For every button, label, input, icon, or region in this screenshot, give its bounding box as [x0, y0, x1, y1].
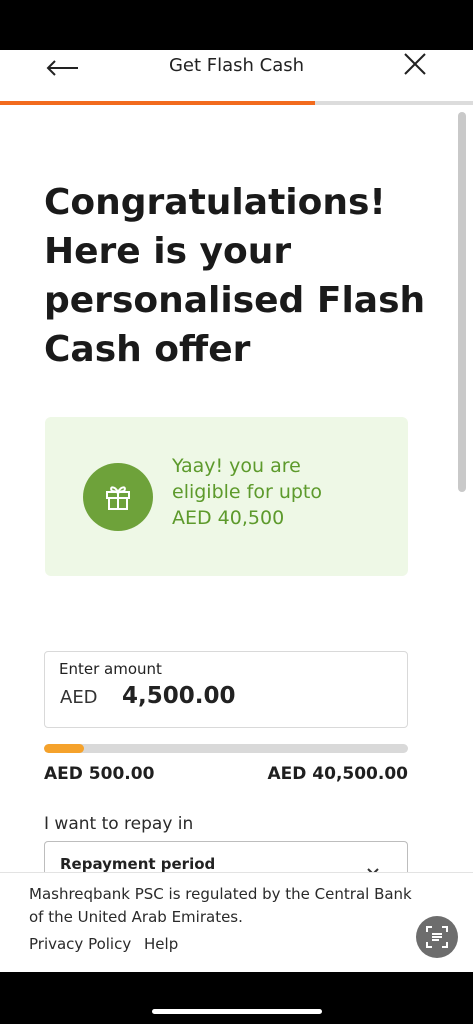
footer-links: Privacy Policy Help — [29, 935, 186, 953]
slider-min-label: AED 500.00 — [44, 764, 155, 784]
gift-badge — [83, 463, 153, 531]
repay-label: I want to repay in — [44, 814, 194, 834]
help-link[interactable]: Help — [144, 935, 178, 953]
repayment-period-label: Repayment period — [60, 855, 216, 873]
amount-slider-fill — [44, 744, 85, 753]
headline-line: Here is your — [44, 231, 292, 272]
scan-text-button[interactable] — [416, 916, 458, 958]
scrollbar[interactable] — [458, 112, 466, 492]
gift-icon — [106, 486, 130, 510]
headline-line: Congratulations! — [44, 182, 386, 223]
amount-input[interactable] — [122, 683, 362, 709]
regulatory-note: Mashreqbank PSC is regulated by the Cent… — [29, 885, 412, 926]
status-bar — [0, 0, 473, 50]
footer: Mashreqbank PSC is regulated by the Cent… — [0, 872, 473, 973]
privacy-policy-link[interactable]: Privacy Policy — [29, 935, 131, 953]
amount-label: Enter amount — [59, 660, 162, 678]
offer-card: Yaay! you are eligible for upto AED 40,5… — [45, 417, 408, 576]
headline-line: personalised Flash — [44, 280, 426, 321]
step-progress-fill — [0, 101, 316, 105]
offer-line: eligible for upto — [172, 481, 322, 503]
home-indicator[interactable] — [152, 1009, 322, 1014]
offer-message: Yaay! you are eligible for upto AED 40,5… — [172, 453, 372, 531]
offer-amount: AED 40,500 — [172, 507, 285, 529]
scan-text-icon — [426, 926, 448, 948]
headline: Congratulations! Here is your personalis… — [44, 178, 426, 374]
step-progress-bar — [0, 101, 473, 105]
close-icon[interactable] — [402, 52, 428, 76]
amount-currency: AED — [60, 687, 98, 708]
home-bar-area — [0, 972, 473, 1024]
amount-field[interactable]: Enter amount AED — [44, 651, 408, 728]
offer-line: Yaay! you are — [172, 455, 301, 477]
amount-slider[interactable] — [44, 744, 408, 753]
slider-max-label: AED 40,500.00 — [267, 764, 408, 784]
headline-line: Cash offer — [44, 329, 251, 370]
